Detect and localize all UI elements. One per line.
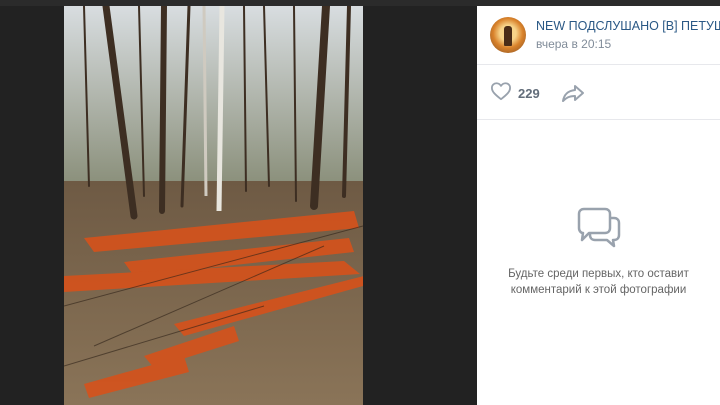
- comments-empty-state: Будьте среди первых, кто оставит коммент…: [477, 206, 720, 298]
- like-button[interactable]: 229: [490, 81, 540, 106]
- comment-bubble-icon: [575, 206, 623, 250]
- heart-outline-icon: [490, 81, 512, 106]
- post-actions: 229: [477, 65, 720, 120]
- share-button[interactable]: [561, 83, 585, 108]
- group-avatar[interactable]: [490, 17, 526, 53]
- post-time[interactable]: вчера в 20:15: [536, 37, 611, 51]
- post-side-panel: NEW ПОДСЛУШАНО [В] ПЕТУШКАХ вчера в 20:1…: [477, 6, 720, 405]
- avatar-figure: [504, 26, 512, 46]
- post-header: NEW ПОДСЛУШАНО [В] ПЕТУШКАХ вчера в 20:1…: [477, 6, 720, 65]
- comments-empty-line1: Будьте среди первых, кто оставит: [508, 268, 689, 280]
- comments-empty-text: Будьте среди первых, кто оставит коммент…: [494, 266, 704, 298]
- forest-photo-image: [64, 6, 363, 405]
- share-arrow-icon: [561, 85, 585, 107]
- post-photo[interactable]: [64, 6, 363, 405]
- comments-empty-line2: комментарий к этой фотографии: [510, 284, 687, 296]
- like-count: 229: [518, 85, 540, 101]
- group-name-link[interactable]: NEW ПОДСЛУШАНО [В] ПЕТУШКАХ: [536, 19, 720, 33]
